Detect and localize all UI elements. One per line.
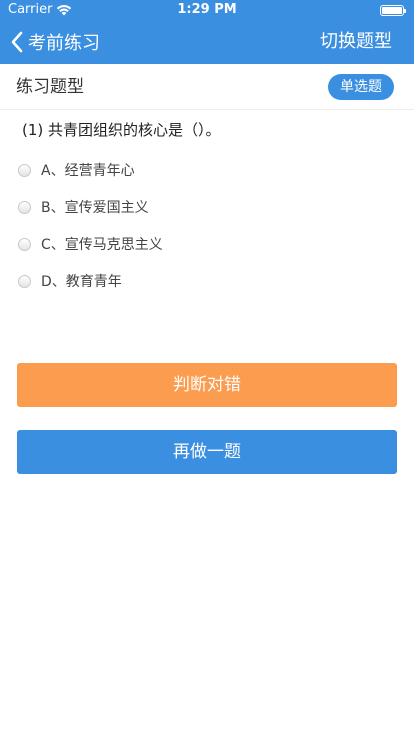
status-bar: Carrier 1:29 PM bbox=[0, 0, 414, 20]
chevron-left-icon bbox=[10, 31, 24, 53]
option-a[interactable]: A、经营青年心 bbox=[18, 152, 398, 188]
status-time: 1:29 PM bbox=[177, 2, 237, 17]
question-type-badge[interactable]: 单选题 bbox=[328, 74, 394, 100]
question-text: (1) 共青团组织的核心是（）。 bbox=[22, 121, 221, 139]
back-label: 考前练习 bbox=[28, 33, 100, 54]
nav-bar: 考前练习 切换题型 bbox=[0, 20, 414, 64]
option-label: C、宣传马克思主义 bbox=[41, 237, 163, 253]
radio-icon[interactable] bbox=[18, 237, 31, 251]
section-title: 练习题型 bbox=[16, 77, 84, 97]
option-label: A、经营青年心 bbox=[41, 163, 135, 179]
judge-button[interactable]: 判断对错 bbox=[17, 363, 397, 407]
battery-icon bbox=[380, 5, 406, 16]
radio-icon[interactable] bbox=[18, 274, 31, 288]
battery-fill bbox=[382, 7, 402, 14]
option-b[interactable]: B、宣传爱国主义 bbox=[18, 189, 398, 225]
option-label: B、宣传爱国主义 bbox=[41, 200, 149, 216]
options-list: A、经营青年心 B、宣传爱国主义 C、宣传马克思主义 D、教育青年 bbox=[18, 152, 398, 300]
option-d[interactable]: D、教育青年 bbox=[18, 263, 398, 299]
radio-icon[interactable] bbox=[18, 163, 31, 177]
switch-type-button[interactable]: 切换题型 bbox=[320, 20, 392, 64]
app-header: Carrier 1:29 PM 考前练习 切换题型 bbox=[0, 0, 414, 64]
option-c[interactable]: C、宣传马克思主义 bbox=[18, 226, 398, 262]
radio-icon[interactable] bbox=[18, 200, 31, 214]
next-question-button[interactable]: 再做一题 bbox=[17, 430, 397, 474]
section-header: 练习题型 单选题 bbox=[0, 64, 414, 110]
option-label: D、教育青年 bbox=[41, 274, 122, 290]
back-button[interactable]: 考前练习 bbox=[10, 20, 100, 64]
